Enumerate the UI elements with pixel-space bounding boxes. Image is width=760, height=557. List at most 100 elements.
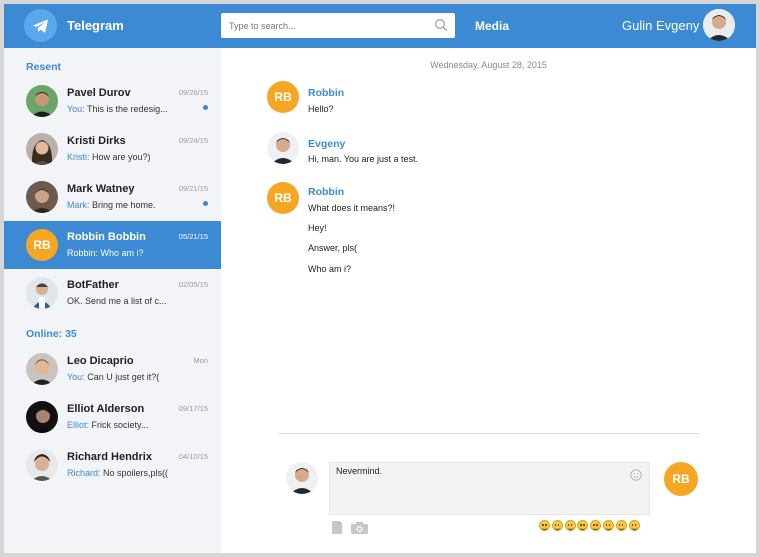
chat-name: Elliot Alderson bbox=[67, 403, 145, 415]
search-box[interactable] bbox=[221, 13, 455, 38]
message-sender[interactable]: Robbin bbox=[308, 87, 344, 99]
my-avatar bbox=[286, 462, 318, 494]
preview-text: OK. Send me a list of c... bbox=[67, 296, 167, 306]
preview-sender: Kristi: bbox=[67, 152, 90, 162]
avatar bbox=[26, 181, 58, 213]
chat-preview: Robbin: Who am i? bbox=[67, 248, 144, 258]
chat-date: 09/24/15 bbox=[178, 136, 208, 145]
app-title: Telegram bbox=[67, 18, 124, 33]
preview-text: Bring me home. bbox=[89, 200, 156, 210]
message-avatar[interactable]: RB bbox=[267, 81, 299, 113]
chat-date: Mon bbox=[193, 356, 208, 365]
avatar bbox=[26, 401, 58, 433]
app-window: Telegram Media Gulin Evgeny Resent Pavel… bbox=[4, 4, 756, 553]
chat-name: Mark Watney bbox=[67, 183, 135, 195]
compose-divider bbox=[278, 433, 700, 434]
current-user-name[interactable]: Gulin Evgeny bbox=[622, 18, 699, 33]
chat-date: 02/05/15 bbox=[178, 280, 208, 289]
chat-item-richard-hendrix[interactable]: Richard Hendrix 04/10/15 Richard: No spo… bbox=[4, 441, 221, 489]
chat-item-elliot-alderson[interactable]: Elliot Alderson 09/17/15 Elliot: Frick s… bbox=[4, 393, 221, 441]
avatar bbox=[26, 449, 58, 481]
search-input[interactable] bbox=[229, 17, 424, 34]
chat-item-leo-dicaprio[interactable]: Leo Dicaprio Mon You: Can U just get it?… bbox=[4, 345, 221, 393]
recipient-avatar[interactable]: RB bbox=[664, 462, 698, 496]
conversation-date: Wednesday, August 28, 2015 bbox=[430, 60, 547, 70]
chat-date: 05/21/15 bbox=[178, 232, 208, 241]
chat-date: 09/26/15 bbox=[178, 88, 208, 97]
chat-preview: Kristi: How are you?) bbox=[67, 152, 151, 162]
message-text: Hi, man. You are just a test. bbox=[308, 154, 419, 164]
unread-indicator bbox=[203, 201, 208, 206]
preview-text: Who am i? bbox=[98, 248, 144, 258]
preview-text: No spoilers,pls(( bbox=[100, 468, 169, 478]
emoji-icon[interactable] bbox=[628, 520, 640, 531]
message-compose-box[interactable]: Nevermind. bbox=[329, 462, 650, 515]
message-sender[interactable]: Evgeny bbox=[308, 138, 345, 150]
camera-icon[interactable] bbox=[351, 522, 368, 534]
preview-sender: You: bbox=[67, 104, 85, 114]
emoji-icon[interactable] bbox=[590, 520, 602, 531]
chat-preview: Richard: No spoilers,pls(( bbox=[67, 468, 168, 478]
preview-sender: You: bbox=[67, 372, 85, 382]
message-text: Answer, pls( bbox=[308, 243, 358, 253]
message-text: Who am i? bbox=[308, 264, 352, 274]
chat-preview: You: This is the redesig... bbox=[67, 104, 168, 114]
avatar: RB bbox=[26, 229, 58, 261]
chat-date: 09/21/15 bbox=[178, 184, 208, 193]
conversation-panel: Wednesday, August 28, 2015 RB Robbin Hel… bbox=[221, 48, 756, 553]
chat-preview: You: Can U just get it?( bbox=[67, 372, 159, 382]
chat-name: Robbin Bobbin bbox=[67, 231, 146, 243]
chat-name: Richard Hendrix bbox=[67, 451, 152, 463]
chat-name: Kristi Dirks bbox=[67, 135, 126, 147]
chat-item-mark-watney[interactable]: Mark Watney 09/21/15 Mark: Bring me home… bbox=[4, 173, 221, 221]
chat-item-robbin-bobbin[interactable]: RB Robbin Bobbin 05/21/15 Robbin: Who am… bbox=[4, 221, 221, 269]
attach-file-icon[interactable] bbox=[331, 521, 343, 534]
recent-section-title: Resent bbox=[26, 61, 62, 73]
message-avatar[interactable]: RB bbox=[267, 182, 299, 214]
chat-list-sidebar: Resent Pavel Durov 09/26/15 You: This is… bbox=[4, 48, 221, 553]
top-bar: Telegram Media Gulin Evgeny bbox=[4, 4, 756, 48]
preview-text: Can U just get it?( bbox=[84, 372, 160, 382]
current-user-avatar[interactable] bbox=[703, 9, 735, 41]
chat-preview: OK. Send me a list of c... bbox=[67, 296, 167, 306]
emoji-icon[interactable] bbox=[564, 520, 576, 531]
chat-date: 04/10/15 bbox=[178, 452, 208, 461]
chat-item-kristi-dirks[interactable]: Kristi Dirks 09/24/15 Kristi: How are yo… bbox=[4, 125, 221, 173]
emoji-bar bbox=[539, 520, 641, 532]
chat-name: Pavel Durov bbox=[67, 87, 131, 99]
avatar bbox=[26, 133, 58, 165]
message-sender[interactable]: Robbin bbox=[308, 186, 344, 198]
message-text: Hello? bbox=[308, 104, 334, 114]
emoji-icon[interactable] bbox=[615, 520, 627, 531]
preview-sender: Mark: bbox=[67, 200, 90, 210]
message-text: Hey! bbox=[308, 223, 327, 233]
preview-sender: Elliot: bbox=[67, 420, 90, 430]
emoji-icon[interactable] bbox=[602, 520, 614, 531]
chat-item-botfather[interactable]: BotFather 02/05/15 OK. Send me a list of… bbox=[4, 269, 221, 317]
avatar bbox=[26, 277, 58, 309]
preview-text: How are you?) bbox=[89, 152, 151, 162]
preview-text: Frick society... bbox=[89, 420, 149, 430]
search-icon[interactable] bbox=[434, 18, 448, 32]
emoji-icon[interactable] bbox=[577, 520, 589, 531]
avatar bbox=[26, 353, 58, 385]
chat-item-pavel-durov[interactable]: Pavel Durov 09/26/15 You: This is the re… bbox=[4, 77, 221, 125]
chat-preview: Elliot: Frick society... bbox=[67, 420, 148, 430]
emoji-icon[interactable] bbox=[551, 520, 563, 531]
message-text: What does it means?! bbox=[308, 203, 396, 213]
online-section-title: Online: 35 bbox=[26, 328, 77, 340]
emoji-icon[interactable] bbox=[539, 520, 550, 531]
telegram-logo-icon[interactable] bbox=[24, 9, 57, 42]
preview-sender: Richard: bbox=[67, 468, 101, 478]
avatar bbox=[26, 85, 58, 117]
message-avatar[interactable] bbox=[267, 132, 299, 164]
chat-name: BotFather bbox=[67, 279, 119, 291]
unread-indicator bbox=[203, 105, 208, 110]
smile-icon[interactable] bbox=[630, 469, 642, 481]
chat-date: 09/17/15 bbox=[178, 404, 208, 413]
chat-name: Leo Dicaprio bbox=[67, 355, 134, 367]
preview-sender: Robbin: bbox=[67, 248, 99, 258]
media-link[interactable]: Media bbox=[475, 19, 509, 33]
chat-preview: Mark: Bring me home. bbox=[67, 200, 156, 210]
message-input[interactable]: Nevermind. bbox=[336, 466, 626, 511]
